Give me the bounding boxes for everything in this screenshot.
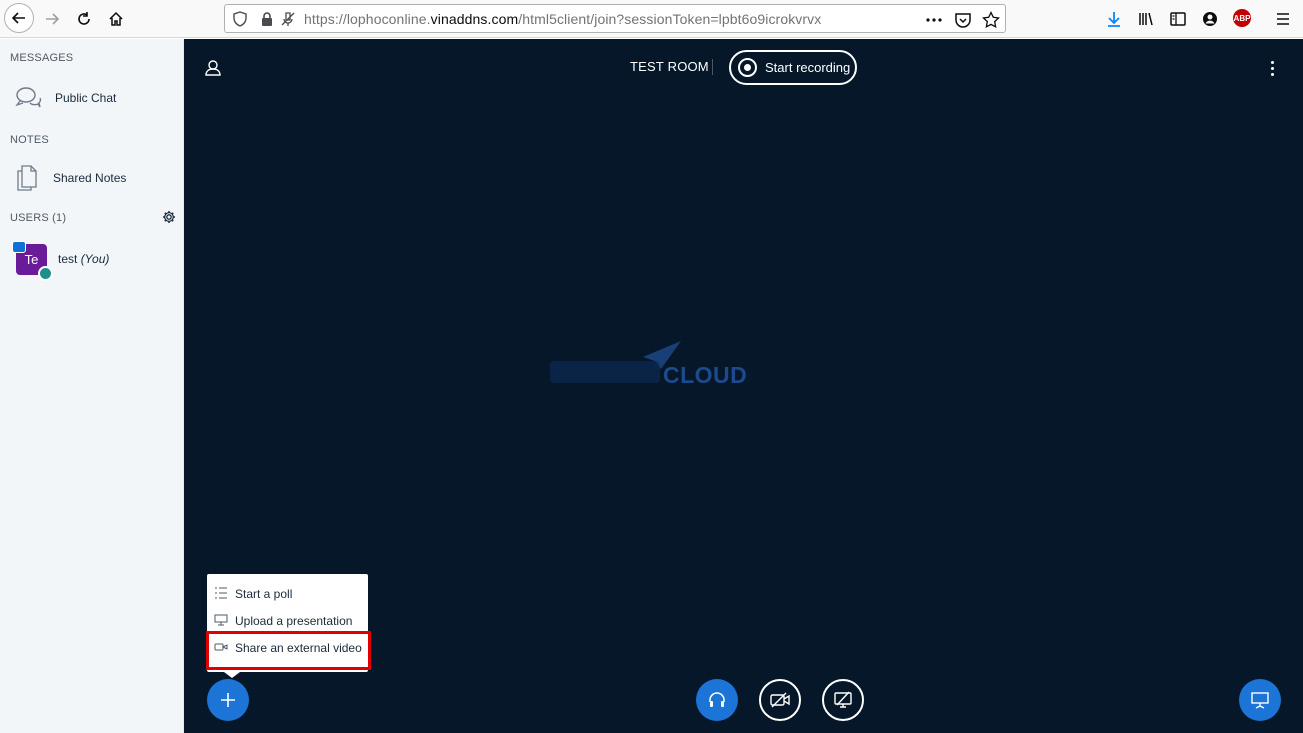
list-icon <box>215 587 227 599</box>
upload-presentation-menu-item[interactable]: Upload a presentation <box>207 608 368 633</box>
address-bar[interactable]: https://lophoconline.vinaddns.com/html5c… <box>224 4 1006 33</box>
public-chat-label: Public Chat <box>55 91 117 105</box>
account-button[interactable] <box>1200 9 1220 29</box>
plus-icon <box>221 693 235 707</box>
shared-notes-item[interactable]: Shared Notes <box>0 160 184 196</box>
record-label: Start recording <box>765 60 851 75</box>
presentation-toggle-button[interactable] <box>1239 679 1281 721</box>
hamburger-menu-icon <box>1277 13 1289 25</box>
gear-icon[interactable] <box>162 210 176 224</box>
options-menu-button[interactable] <box>1262 57 1282 79</box>
actions-button[interactable] <box>207 679 249 721</box>
you-label: (You) <box>80 252 110 266</box>
public-chat-item[interactable]: Public Chat <box>0 80 184 116</box>
notes-section-title: NOTES <box>10 134 49 146</box>
account-icon <box>1203 12 1217 26</box>
messages-section-title: MESSAGES <box>10 52 74 64</box>
cloud-logo: CLOUD <box>548 339 758 395</box>
library-button[interactable] <box>1136 9 1156 29</box>
home-button[interactable] <box>102 5 130 33</box>
user-name: test <box>58 252 78 266</box>
bookmark-star-icon[interactable] <box>982 11 1000 29</box>
screen-share-off-icon <box>834 691 852 708</box>
forward-button[interactable] <box>38 5 66 33</box>
adblock-plus-button[interactable]: ABP <box>1233 9 1251 27</box>
home-icon <box>109 11 123 26</box>
title-divider <box>712 59 713 75</box>
user-toggle-icon[interactable] <box>202 57 224 79</box>
reload-button[interactable] <box>70 5 98 33</box>
chat-icon <box>15 87 42 108</box>
users-section-title: USERS (1) <box>10 212 67 224</box>
camera-button[interactable] <box>759 679 801 721</box>
highlight-box <box>206 631 371 670</box>
presentation-icon <box>214 614 228 626</box>
browser-toolbar: https://lophoconline.vinaddns.com/html5c… <box>0 0 1303 38</box>
library-icon <box>1139 12 1153 26</box>
user-list-sidebar: MESSAGES Public Chat NOTES Shared Notes … <box>0 39 184 733</box>
microphone-blocked-icon[interactable] <box>280 11 296 27</box>
presentation-icon <box>1251 692 1269 709</box>
start-poll-menu-item[interactable]: Start a poll <box>207 581 368 606</box>
record-icon <box>738 58 757 77</box>
presentation-area: TEST ROOM Start recording CLOUD Start a … <box>184 39 1303 733</box>
camera-off-icon <box>770 692 790 708</box>
downloads-button[interactable] <box>1104 9 1124 29</box>
app-menu-button[interactable] <box>1273 9 1293 29</box>
more-actions-icon[interactable] <box>925 11 943 29</box>
sidebar-toggle-button[interactable] <box>1168 9 1188 29</box>
sidebar-icon <box>1170 12 1186 26</box>
back-button[interactable] <box>4 3 34 33</box>
reload-icon <box>78 12 90 25</box>
pocket-icon[interactable] <box>954 11 972 29</box>
url-text[interactable]: https://lophoconline.vinaddns.com/html5c… <box>304 11 821 27</box>
start-recording-button[interactable]: Start recording <box>729 50 857 85</box>
presenter-icon <box>12 241 26 253</box>
menu-pointer <box>224 672 240 678</box>
lock-icon[interactable] <box>259 11 275 27</box>
headset-icon <box>709 692 725 707</box>
shield-icon[interactable] <box>232 11 248 27</box>
arrow-right-icon <box>46 13 60 25</box>
shared-notes-label: Shared Notes <box>53 171 127 185</box>
arrow-left-icon <box>11 12 25 24</box>
room-title: TEST ROOM <box>630 59 709 74</box>
download-icon <box>1108 12 1120 27</box>
user-list-item[interactable]: test (You) <box>58 252 109 266</box>
screen-share-button[interactable] <box>822 679 864 721</box>
audio-button[interactable] <box>696 679 738 721</box>
headset-icon <box>38 266 53 281</box>
notes-icon <box>17 165 37 191</box>
